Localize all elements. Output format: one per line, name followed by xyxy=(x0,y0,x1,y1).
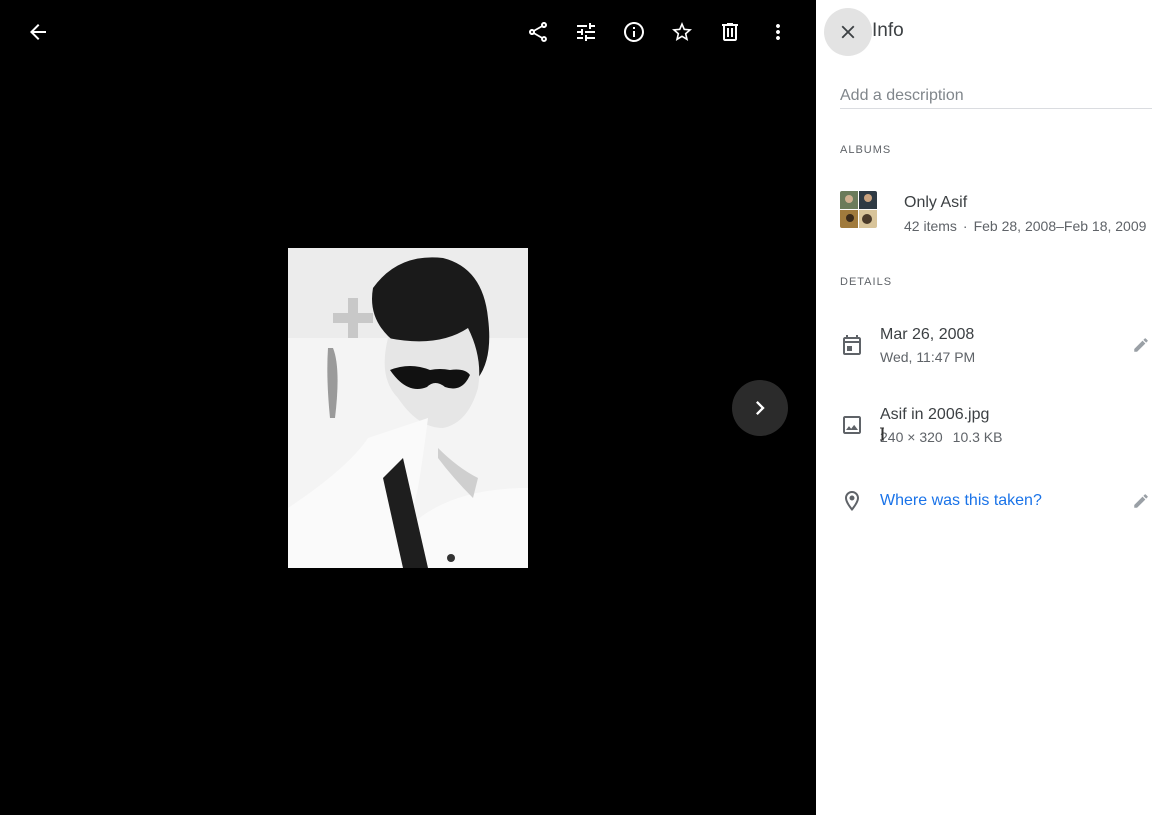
album-meta: 42 items · Feb 28, 2008–Feb 18, 2009 xyxy=(904,218,1146,234)
pencil-icon xyxy=(1134,338,1148,352)
calendar-icon xyxy=(840,333,864,357)
favorite-button[interactable] xyxy=(662,12,702,52)
album-item[interactable]: Only Asif 42 items · Feb 28, 2008–Feb 18, … xyxy=(840,190,1176,238)
edit-sliders-icon xyxy=(577,23,595,41)
album-thumbnail xyxy=(840,191,877,228)
file-size: 10.3 KB xyxy=(952,429,1003,445)
share-button[interactable] xyxy=(518,12,558,52)
file-meta: 240 × 320 10.3 KB xyxy=(880,429,1003,445)
photo-image xyxy=(288,248,528,568)
more-options-button[interactable] xyxy=(758,12,798,52)
trash-icon xyxy=(722,23,738,41)
photo-day-time: Wed, 11:47 PM xyxy=(880,349,976,365)
more-vert-icon xyxy=(776,24,780,40)
delete-button[interactable] xyxy=(710,12,750,52)
photo-viewer xyxy=(0,0,816,815)
albums-section-label: ALBUMS xyxy=(840,144,892,156)
album-item-count: 42 items xyxy=(904,218,957,234)
text-cursor-icon xyxy=(880,427,884,441)
chevron-right-icon xyxy=(756,401,765,415)
info-button[interactable] xyxy=(614,12,654,52)
album-date-range: Feb 28, 2008–Feb 18, 2009 xyxy=(973,218,1147,234)
edit-location-button[interactable] xyxy=(1132,492,1152,512)
close-info-button[interactable] xyxy=(824,8,872,56)
star-icon xyxy=(672,22,692,41)
album-name: Only Asif xyxy=(904,194,968,211)
photo-date: Mar 26, 2008 xyxy=(880,326,975,343)
edit-date-button[interactable] xyxy=(1132,336,1152,356)
edit-button[interactable] xyxy=(566,12,606,52)
panel-title: Info xyxy=(872,20,904,41)
next-photo-button[interactable] xyxy=(732,380,788,436)
share-icon xyxy=(529,22,547,42)
album-meta-separator: · xyxy=(962,218,968,234)
details-section-label: DETAILS xyxy=(840,276,893,288)
info-icon xyxy=(624,22,644,42)
pencil-icon xyxy=(1134,494,1148,508)
add-location-link[interactable]: Where was this taken? xyxy=(880,492,1042,510)
file-dimensions: 240 × 320 xyxy=(880,429,943,445)
arrow-back-icon xyxy=(30,24,46,40)
info-panel: Info ALBUMS Only Asif 42 items · Feb 28, 2… xyxy=(816,0,1176,815)
description-input[interactable] xyxy=(840,84,1152,109)
close-icon xyxy=(841,25,855,39)
location-pin-icon xyxy=(840,489,864,513)
file-name: Asif in 2006.jpg xyxy=(880,406,990,423)
back-button[interactable] xyxy=(18,12,58,52)
image-icon xyxy=(840,413,864,437)
